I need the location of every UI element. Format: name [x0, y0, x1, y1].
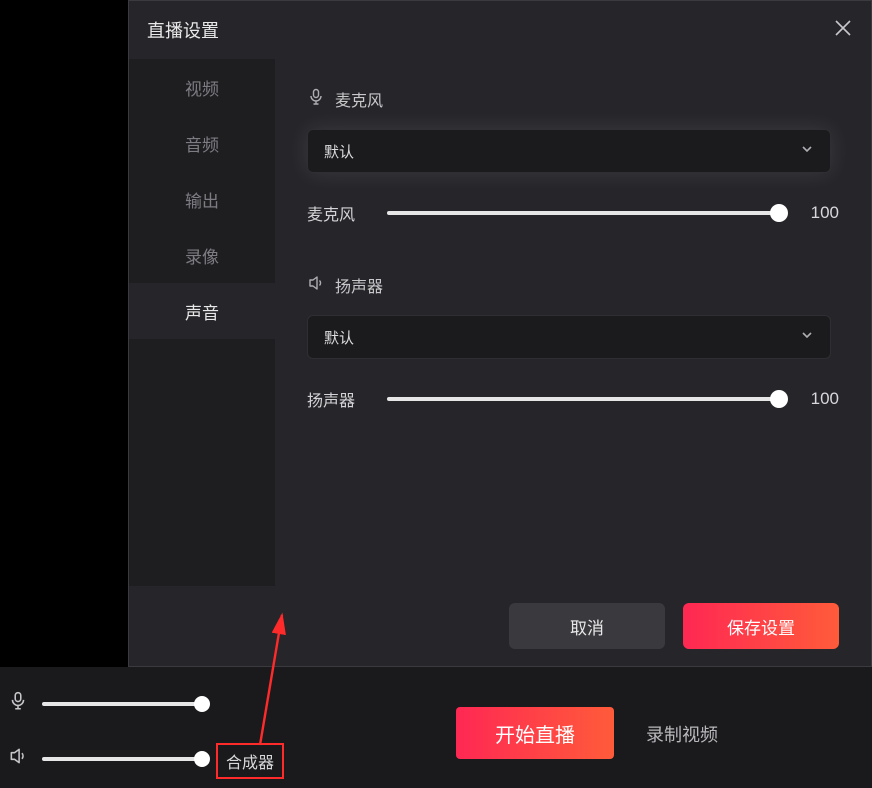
mic-device-select[interactable]: 默认: [307, 129, 831, 173]
settings-sidebar: 视频 音频 输出 录像 声音: [129, 59, 275, 586]
sidebar-item-output[interactable]: 输出: [129, 171, 275, 227]
speaker-slider-label: 扬声器: [307, 387, 363, 411]
sidebar-item-audio[interactable]: 音频: [129, 115, 275, 171]
mic-section-title: 麦克风: [335, 87, 383, 111]
chevron-down-icon: [800, 328, 814, 346]
save-button[interactable]: 保存设置: [683, 603, 839, 649]
slider-thumb[interactable]: [770, 390, 788, 408]
mic-volume-slider[interactable]: [387, 211, 779, 215]
chevron-down-icon: [800, 142, 814, 160]
mic-mini-slider[interactable]: [42, 702, 202, 706]
speaker-section-header: 扬声器: [307, 273, 839, 297]
start-stream-button[interactable]: 开始直播: [456, 707, 614, 759]
sidebar-item-label: 录像: [185, 243, 219, 268]
settings-modal: 直播设置 视频 音频 输出 录像 声音 麦克风 默认: [128, 0, 872, 667]
bottom-bar: 合成器 开始直播 录制视频: [0, 667, 872, 788]
speaker-section-title: 扬声器: [335, 273, 383, 297]
close-icon[interactable]: [833, 18, 853, 43]
settings-content: 麦克风 默认 麦克风 100 扬声器: [275, 59, 871, 586]
speaker-icon: [307, 274, 325, 297]
modal-footer: 取消 保存设置: [129, 586, 871, 666]
sidebar-item-sound[interactable]: 声音: [129, 283, 275, 339]
slider-thumb[interactable]: [194, 751, 210, 767]
speaker-mini-row: [8, 746, 202, 771]
record-video-button[interactable]: 录制视频: [646, 721, 718, 747]
mic-volume-row: 麦克风 100: [307, 201, 839, 225]
sidebar-item-label: 音频: [185, 131, 219, 156]
synthesizer-button[interactable]: 合成器: [216, 743, 284, 779]
slider-thumb[interactable]: [770, 204, 788, 222]
sidebar-item-recording[interactable]: 录像: [129, 227, 275, 283]
modal-header: 直播设置: [129, 1, 871, 59]
speaker-select-value: 默认: [324, 327, 354, 348]
sidebar-item-label: 视频: [185, 75, 219, 100]
speaker-volume-row: 扬声器 100: [307, 387, 839, 411]
microphone-icon[interactable]: [8, 691, 28, 716]
modal-title: 直播设置: [147, 17, 219, 43]
speaker-volume-slider[interactable]: [387, 397, 779, 401]
cancel-button[interactable]: 取消: [509, 603, 665, 649]
sidebar-item-label: 声音: [185, 299, 219, 324]
speaker-icon[interactable]: [8, 746, 28, 771]
speaker-device-select[interactable]: 默认: [307, 315, 831, 359]
sidebar-item-label: 输出: [185, 187, 219, 212]
sidebar-item-video[interactable]: 视频: [129, 59, 275, 115]
volume-controls: [8, 691, 202, 771]
mic-section-header: 麦克风: [307, 87, 839, 111]
slider-thumb[interactable]: [194, 696, 210, 712]
speaker-volume-value: 100: [803, 389, 839, 409]
mic-select-value: 默认: [324, 141, 354, 162]
mic-mini-row: [8, 691, 202, 716]
mic-volume-value: 100: [803, 203, 839, 223]
modal-body: 视频 音频 输出 录像 声音 麦克风 默认 麦克风: [129, 59, 871, 586]
mic-slider-label: 麦克风: [307, 201, 363, 225]
speaker-mini-slider[interactable]: [42, 757, 202, 761]
microphone-icon: [307, 88, 325, 111]
